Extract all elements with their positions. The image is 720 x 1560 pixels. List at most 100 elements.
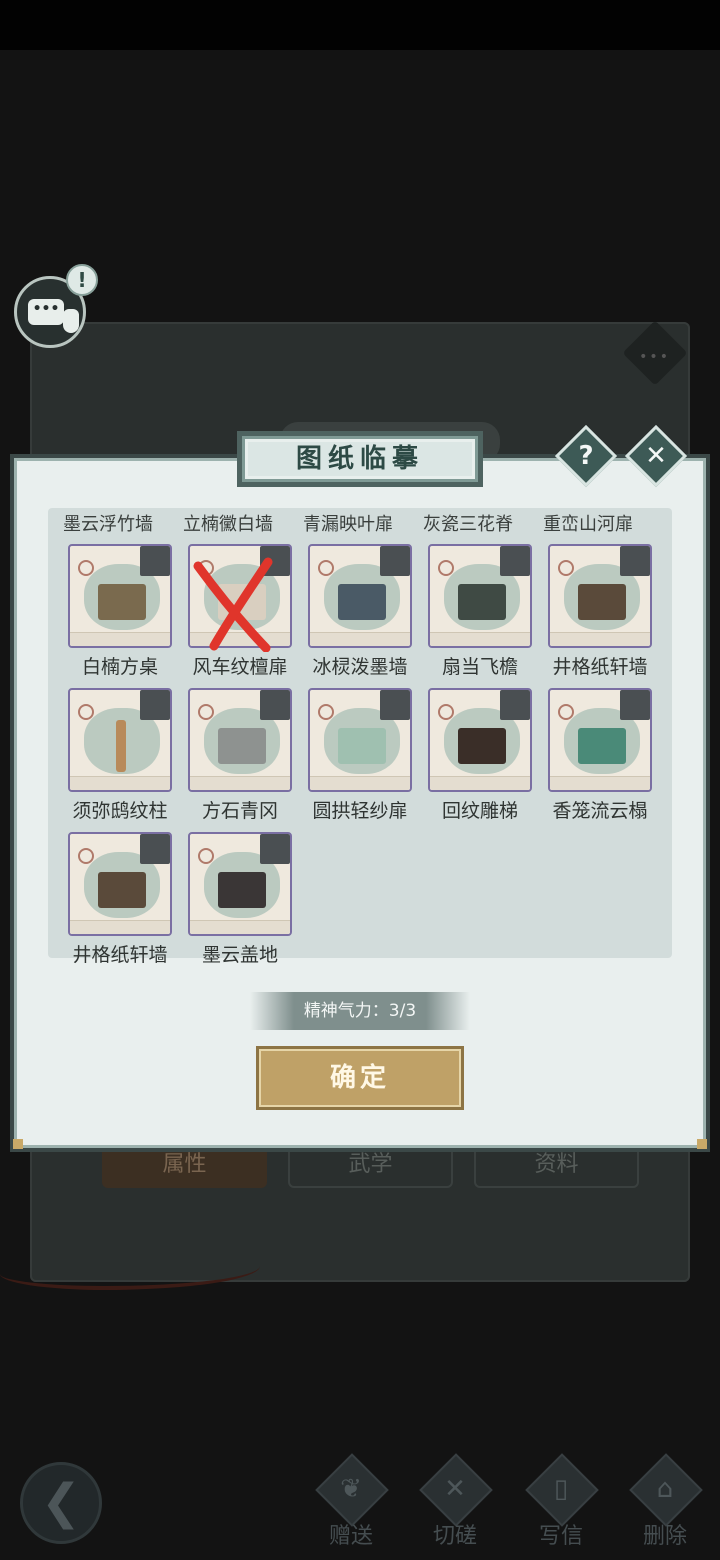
scroll-edge — [310, 776, 410, 790]
item-thumbnail — [458, 584, 506, 620]
blueprint-card[interactable] — [428, 688, 532, 792]
gift-button[interactable]: ❦ 赠送 — [306, 1453, 396, 1550]
tab-attributes[interactable]: 属性 — [102, 1142, 267, 1188]
gift-label: 赠送 — [328, 1524, 373, 1549]
item-thumbnail — [116, 720, 126, 772]
checkbox[interactable] — [380, 690, 410, 720]
item-thumbnail — [338, 728, 386, 764]
item-thumbnail — [218, 872, 266, 908]
spar-button[interactable]: ✕ 切磋 — [410, 1453, 500, 1550]
checkbox[interactable] — [620, 690, 650, 720]
checkbox[interactable] — [260, 834, 290, 864]
blueprint-card[interactable] — [428, 544, 532, 648]
confirm-button[interactable]: 确定 — [256, 1046, 464, 1110]
tab-martial-arts[interactable]: 武学 — [288, 1142, 453, 1188]
item-label: 墨云盖地 — [201, 944, 278, 966]
scroll-edge — [70, 920, 170, 934]
seal-icon — [438, 560, 454, 576]
scroll-edge — [310, 632, 410, 646]
checkbox[interactable] — [500, 546, 530, 576]
blueprint-card[interactable] — [308, 688, 412, 792]
item-label: 香笼流云榻 — [552, 800, 648, 822]
partial-label: 灰瓷三花脊 — [423, 514, 513, 535]
frame-corner — [13, 1139, 23, 1149]
checkbox[interactable] — [140, 834, 170, 864]
partial-label: 重峦山河扉 — [543, 514, 633, 535]
item-label: 风车纹檀扉 — [192, 656, 288, 678]
seal-icon — [78, 848, 94, 864]
item-label: 须弥鸱纹柱 — [72, 800, 168, 822]
seal-icon — [318, 704, 334, 720]
write-letter-button[interactable]: ▯ 写信 — [516, 1453, 606, 1550]
checkbox[interactable] — [620, 546, 650, 576]
blueprint-card[interactable] — [548, 544, 652, 648]
seal-icon — [318, 560, 334, 576]
sword-icon: ✕ — [444, 1474, 466, 1504]
dialog-title: 图纸临摹 — [295, 444, 424, 474]
seal-icon — [558, 704, 574, 720]
blueprint-card[interactable] — [188, 688, 292, 792]
seal-icon — [78, 560, 94, 576]
scroll-edge — [430, 632, 530, 646]
scroll-edge — [190, 776, 290, 790]
item-label: 圆拱轻纱扉 — [312, 800, 408, 822]
checkbox[interactable] — [500, 690, 530, 720]
item-thumbnail — [578, 584, 626, 620]
seal-icon — [558, 560, 574, 576]
checkbox[interactable] — [260, 690, 290, 720]
item-label: 井格纸轩墙 — [72, 944, 168, 966]
frame-corner — [697, 1139, 707, 1149]
bottom-action-bar: ❮ ❦ 赠送 ✕ 切磋 ▯ 写信 ⌂ 删除 — [0, 1450, 720, 1560]
scroll-edge — [430, 776, 530, 790]
spar-label: 切磋 — [432, 1524, 477, 1549]
seal-icon — [198, 848, 214, 864]
dialog-title-plate: 图纸临摹 — [242, 436, 478, 482]
blueprint-card[interactable] — [68, 832, 172, 936]
trash-icon: ⌂ — [656, 1474, 674, 1504]
item-label: 回纹雕梯 — [441, 800, 518, 822]
chat-bubble-icon: ••• — [28, 299, 64, 325]
item-label: 白楠方桌 — [81, 656, 158, 678]
seal-icon — [78, 704, 94, 720]
scroll-gift-icon: ❦ — [340, 1474, 362, 1504]
item-label: 井格纸轩墙 — [552, 656, 648, 678]
spirit-energy-label: 精神气力：3/3 — [250, 992, 470, 1030]
blueprint-card[interactable] — [308, 544, 412, 648]
notice-badge: ! — [66, 264, 98, 296]
checkbox[interactable] — [380, 546, 410, 576]
scroll-edge — [70, 776, 170, 790]
blueprint-card[interactable] — [188, 832, 292, 936]
blueprint-card[interactable] — [548, 688, 652, 792]
item-label: 冰棂泼墨墙 — [312, 656, 408, 678]
status-bar — [0, 0, 720, 50]
blueprint-card[interactable] — [68, 688, 172, 792]
partial-row: 墨云浮竹墙 立楠黴白墙 青漏映叶扉 灰瓷三花脊 重峦山河扉 — [48, 508, 672, 535]
blueprint-card[interactable] — [68, 544, 172, 648]
seal-icon — [438, 704, 454, 720]
partial-label: 立楠黴白墙 — [183, 514, 273, 535]
seal-icon — [198, 704, 214, 720]
item-thumbnail — [578, 728, 626, 764]
decorative-ribbon — [0, 1250, 260, 1290]
letter-icon: ▯ — [553, 1474, 569, 1504]
scroll-edge — [190, 920, 290, 934]
item-thumbnail — [98, 584, 146, 620]
scroll-edge — [550, 776, 650, 790]
checkbox[interactable] — [140, 690, 170, 720]
checkbox[interactable] — [140, 546, 170, 576]
scroll-edge — [70, 632, 170, 646]
back-arrow-icon[interactable]: ❮ — [20, 1462, 102, 1544]
item-label: 方石青冈 — [201, 800, 278, 822]
question-icon: ? — [578, 441, 594, 471]
delete-label: 删除 — [642, 1524, 687, 1549]
wine-bottle-icon — [63, 309, 79, 333]
close-icon: ✕ — [645, 441, 667, 471]
red-x-mark — [193, 557, 273, 652]
item-label: 扇当飞檐 — [441, 656, 518, 678]
tab-profile[interactable]: 资料 — [474, 1142, 639, 1188]
write-letter-label: 写信 — [538, 1524, 583, 1549]
item-thumbnail — [98, 872, 146, 908]
delete-button[interactable]: ⌂ 删除 — [620, 1453, 710, 1550]
item-thumbnail — [218, 728, 266, 764]
partial-label: 青漏映叶扉 — [303, 514, 393, 535]
